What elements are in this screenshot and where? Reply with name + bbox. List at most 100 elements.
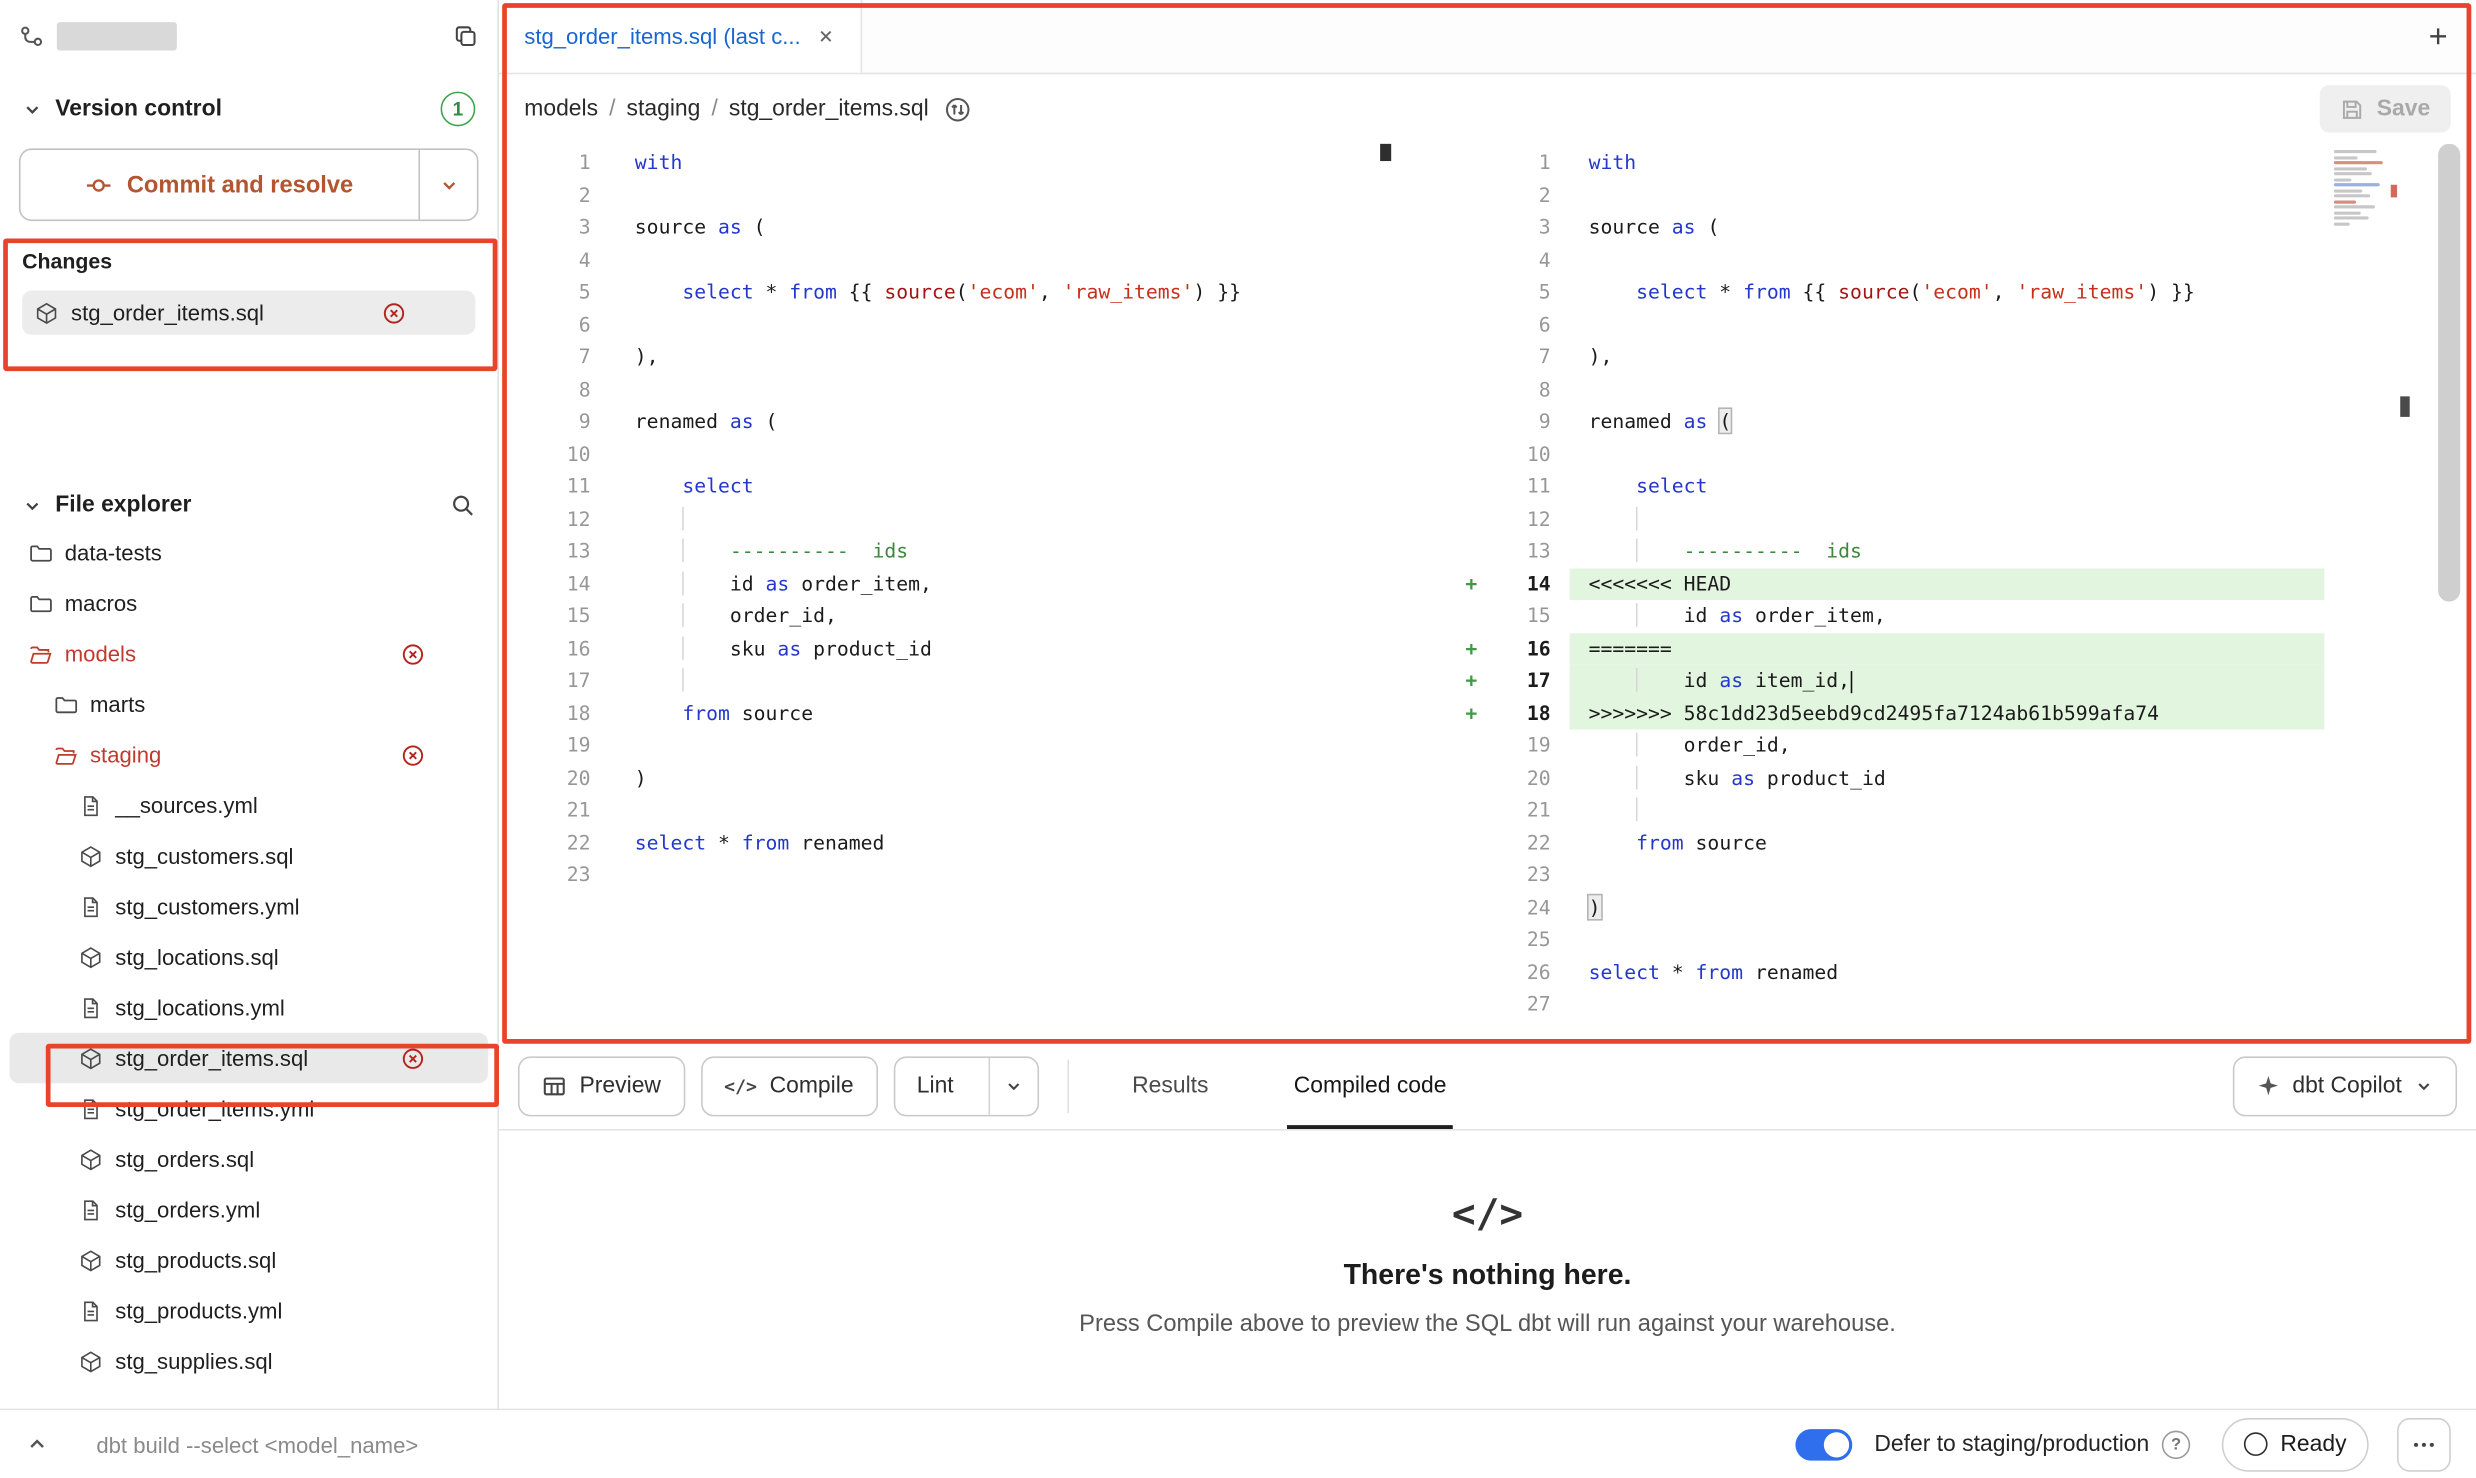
model-icon (79, 844, 103, 868)
code-line: 15 id as order_item, (1456, 600, 2325, 632)
editor-scrollbar[interactable] (2438, 144, 2460, 1043)
tree-item-macros[interactable]: macros (9, 578, 487, 629)
ready-status-button[interactable]: Ready (2222, 1417, 2369, 1471)
code-line: 17 (499, 665, 1393, 697)
folder-icon (28, 541, 52, 565)
commit-options-caret[interactable] (418, 150, 476, 219)
cli-command-text[interactable]: dbt build --select <model_name> (96, 1431, 418, 1456)
code-line: +16======= (1456, 632, 2325, 664)
line-number: 18 (499, 697, 613, 729)
line-number: 2 (499, 179, 613, 211)
search-icon[interactable] (450, 493, 475, 518)
code-text: with (1570, 147, 2325, 179)
line-number: 16 (1491, 632, 1570, 664)
tree-item-stg_customers.yml[interactable]: stg_customers.yml (9, 881, 487, 932)
code-text: ), (613, 341, 1393, 373)
minimap-diff-mark (2391, 185, 2397, 198)
chevron-up-icon[interactable] (25, 1432, 49, 1456)
code-text (1570, 179, 2325, 211)
diff-added-marker (1456, 309, 1491, 341)
tab-results[interactable]: Results (1126, 1042, 1215, 1129)
copy-icon[interactable] (453, 24, 478, 49)
tree-item-stg_products.sql[interactable]: stg_products.sql (9, 1235, 487, 1286)
model-icon (35, 301, 59, 325)
version-control-header[interactable]: Version control 1 (0, 73, 497, 127)
tree-item-stg_customers.sql[interactable]: stg_customers.sql (9, 831, 487, 882)
conflict-icon[interactable] (401, 743, 425, 767)
tree-item-data-tests[interactable]: data-tests (9, 527, 487, 578)
tab-compiled-code[interactable]: Compiled code (1287, 1042, 1452, 1129)
tree-item-stg_orders.sql[interactable]: stg_orders.sql (9, 1134, 487, 1185)
breadcrumb-models[interactable]: models (524, 96, 598, 121)
model-icon (79, 1147, 103, 1171)
conflict-icon[interactable] (401, 642, 425, 666)
code-line: 1with (499, 147, 1393, 179)
line-number: 19 (1491, 730, 1570, 762)
diff-added-marker: + (1456, 665, 1491, 697)
close-icon[interactable] (816, 27, 835, 46)
file-diff-state-icon[interactable] (944, 96, 971, 123)
code-text (613, 179, 1393, 211)
tab-stg-order-items[interactable]: stg_order_items.sql (last c... (499, 0, 862, 73)
code-line: 4 (499, 244, 1393, 276)
line-number: 25 (1491, 924, 1570, 956)
more-options-button[interactable] (2397, 1417, 2451, 1471)
dbt-copilot-button[interactable]: dbt Copilot (2232, 1056, 2457, 1116)
lint-button[interactable]: Lint (895, 1057, 976, 1114)
file-explorer-header[interactable]: File explorer (0, 474, 497, 518)
code-line: 3source as ( (499, 212, 1393, 244)
editor-pane-current[interactable]: 1with23source as (45 select * from {{ so… (499, 144, 1393, 1043)
tree-item-models[interactable]: models (9, 628, 487, 679)
defer-toggle[interactable] (1795, 1428, 1852, 1460)
tree-item-stg_order_items.sql[interactable]: stg_order_items.sql (9, 1033, 487, 1084)
editor-pane-incoming[interactable]: 1with23source as (45 select * from {{ so… (1456, 144, 2325, 1043)
breadcrumb-staging[interactable]: staging (627, 96, 701, 121)
conflict-icon[interactable] (382, 301, 406, 325)
breadcrumb-separator: / (609, 96, 615, 121)
changed-file-item[interactable]: stg_order_items.sql (22, 291, 475, 335)
preview-button[interactable]: Preview (518, 1056, 685, 1116)
minimap[interactable] (2334, 147, 2394, 225)
code-text: select * from renamed (1570, 956, 2325, 988)
results-panel: </> There's nothing here. Press Compile … (499, 1131, 2476, 1409)
commit-and-resolve-button[interactable]: Commit and resolve (21, 150, 419, 219)
tree-item-stg_orders.yml[interactable]: stg_orders.yml (9, 1184, 487, 1235)
file-label: stg_supplies.sql (115, 1349, 272, 1374)
line-number: 27 (1491, 989, 1570, 1021)
code-text (613, 438, 1393, 470)
diff-added-marker: + (1456, 632, 1491, 664)
diff-added-marker (1456, 924, 1491, 956)
help-icon[interactable]: ? (2162, 1430, 2190, 1458)
code-text: ) (613, 762, 1393, 794)
empty-state-title: There's nothing here. (1344, 1259, 1632, 1292)
lint-options-caret[interactable] (988, 1057, 1037, 1114)
breadcrumb-row: models / staging / stg_order_items.sql S… (499, 74, 2476, 143)
model-icon (79, 1248, 103, 1272)
diff-editor[interactable]: 1with23source as (45 select * from {{ so… (499, 144, 2476, 1043)
breadcrumb-file[interactable]: stg_order_items.sql (729, 96, 929, 121)
new-tab-button[interactable] (2400, 0, 2476, 73)
line-number: 18 (1491, 697, 1570, 729)
file-label: staging (90, 742, 161, 767)
compile-button[interactable]: </> Compile (700, 1056, 877, 1116)
code-text (1570, 373, 2325, 405)
tree-item-marts[interactable]: marts (9, 679, 487, 730)
tree-item-stg_order_items.yml[interactable]: stg_order_items.yml (9, 1083, 487, 1134)
tree-item-staging[interactable]: staging (9, 730, 487, 781)
code-line: 7), (499, 341, 1393, 373)
line-number: 1 (1491, 147, 1570, 179)
file-label: stg_order_items.sql (115, 1045, 308, 1070)
tree-item-stg_locations.sql[interactable]: stg_locations.sql (9, 932, 487, 983)
code-text: select (1570, 471, 2325, 503)
model-icon (79, 945, 103, 969)
tree-item-stg_supplies.sql[interactable]: stg_supplies.sql (9, 1336, 487, 1387)
file-icon (79, 1097, 103, 1121)
tree-item-__sources.yml[interactable]: __sources.yml (9, 780, 487, 831)
tree-item-stg_locations.yml[interactable]: stg_locations.yml (9, 982, 487, 1033)
scroll-thumb-left-pane[interactable] (1380, 144, 1391, 161)
save-button[interactable]: Save (2320, 85, 2451, 132)
tree-item-stg_products.yml[interactable]: stg_products.yml (9, 1285, 487, 1336)
conflict-icon[interactable] (401, 1046, 425, 1070)
version-control-title: Version control (55, 96, 428, 121)
scrollbar-thumb[interactable] (2438, 144, 2460, 602)
